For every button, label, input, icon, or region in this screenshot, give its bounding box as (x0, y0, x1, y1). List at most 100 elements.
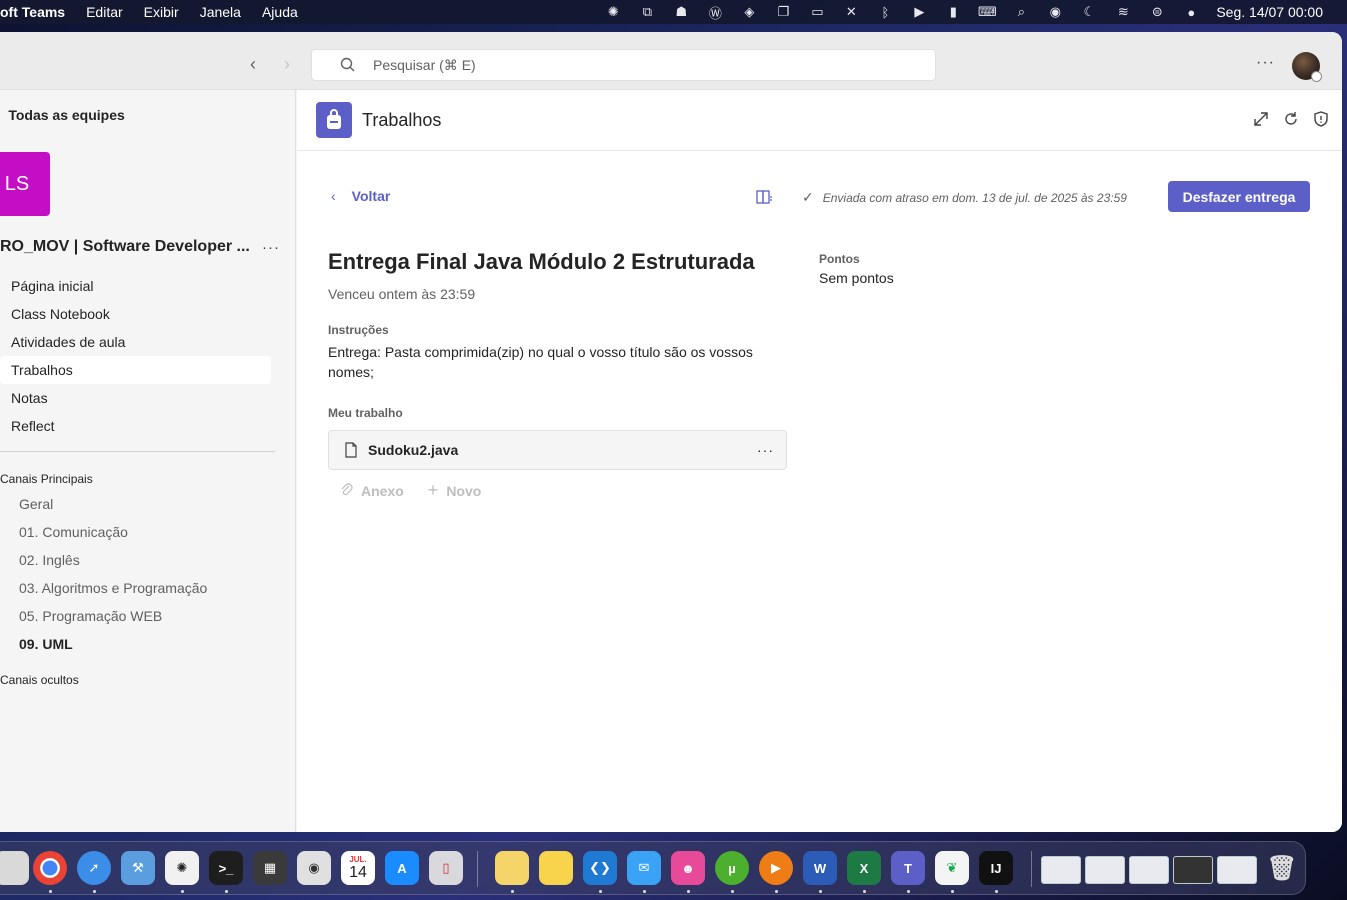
points-label: Pontos (819, 252, 860, 266)
main-channels-label[interactable]: Canais Principais (0, 472, 93, 486)
expand-icon[interactable] (1252, 110, 1270, 128)
launchpad-icon[interactable] (0, 851, 29, 885)
attach-button[interactable]: Anexo (339, 480, 404, 501)
calendar-month: JUL. (349, 854, 367, 864)
intellij-icon[interactable]: IJ (979, 851, 1013, 885)
chrome-icon[interactable] (33, 851, 67, 885)
siri-icon[interactable]: ● (1174, 0, 1208, 24)
forward-arrow-icon[interactable]: › (284, 54, 290, 75)
screenshot-icon[interactable]: ◉ (297, 851, 331, 885)
layers-icon[interactable]: ◈ (732, 0, 766, 24)
search-input[interactable] (373, 57, 873, 73)
minimized-window-thumbnail[interactable] (1041, 856, 1081, 884)
app-menu[interactable]: oft Teams (0, 4, 65, 20)
channel-web[interactable]: 05. Programação WEB (0, 602, 271, 630)
mute-icon[interactable]: ✕ (834, 0, 868, 24)
minimized-window-thumbnail[interactable] (1217, 856, 1257, 884)
minimized-window-thumbnail[interactable] (1173, 856, 1213, 884)
submission-status-text: Enviada com atraso em dom. 13 de jul. de… (822, 190, 1127, 205)
back-arrow-icon[interactable]: ‹ (250, 54, 256, 75)
iphone-mirroring-icon[interactable]: ▯ (429, 851, 463, 885)
display-icon[interactable]: ▭ (800, 0, 834, 24)
refresh-icon[interactable] (1282, 110, 1300, 128)
control-center-icon[interactable]: ⊜ (1140, 0, 1174, 24)
app-store-icon[interactable]: A (385, 851, 419, 885)
new-button[interactable]: + Novo (428, 480, 482, 501)
search-bar[interactable] (311, 49, 936, 81)
channel-list: Geral 01. Comunicação 02. Inglês 03. Alg… (0, 490, 271, 658)
minimized-window-thumbnail[interactable] (1129, 856, 1169, 884)
menu-janela[interactable]: Janela (200, 4, 241, 20)
menu-exibir[interactable]: Exibir (144, 4, 179, 20)
bluetooth-icon[interactable]: ᛒ (868, 0, 902, 24)
channel-general[interactable]: Geral (0, 490, 271, 518)
trash-icon[interactable]: 🗑 (1265, 851, 1299, 885)
sidebar-divider (0, 451, 275, 452)
teams-icon[interactable]: T (891, 851, 925, 885)
chatgpt-icon[interactable]: ✺ (165, 851, 199, 885)
channel-algorithms[interactable]: 03. Algoritmos e Programação (0, 574, 271, 602)
menu-editar[interactable]: Editar (86, 4, 123, 20)
new-label: Novo (446, 482, 482, 499)
mail-icon[interactable]: ✉ (627, 851, 661, 885)
battery-icon[interactable]: ▮ (936, 0, 970, 24)
calendar-icon[interactable]: JUL. 14 (341, 851, 375, 885)
sidebar-item-class-activities[interactable]: Atividades de aula (0, 328, 271, 356)
sidebar-item-class-notebook[interactable]: Class Notebook (0, 300, 271, 328)
sidebar-item-home[interactable]: Página inicial (0, 272, 271, 300)
window-icon[interactable]: ❐ (766, 0, 800, 24)
more-options-icon[interactable]: ··· (1256, 54, 1275, 72)
terminal-icon[interactable]: >_ (209, 851, 243, 885)
sidebar-item-reflect[interactable]: Reflect (0, 412, 271, 440)
back-link[interactable]: ‹ Voltar (331, 188, 390, 204)
sidebar-item-grades[interactable]: Notas (0, 384, 271, 412)
play-icon[interactable]: ▶ (902, 0, 936, 24)
utorrent-icon[interactable]: µ (715, 851, 749, 885)
channel-communication[interactable]: 01. Comunicação (0, 518, 271, 546)
minimized-window-thumbnail[interactable] (1085, 856, 1125, 884)
avatar[interactable] (1292, 52, 1322, 82)
points-value: Sem pontos (819, 270, 894, 286)
file-attachment[interactable]: Sudoku2.java ··· (328, 430, 787, 470)
shield-icon[interactable] (1312, 110, 1330, 128)
paperclip-icon (339, 481, 353, 500)
all-teams-link[interactable]: ‹ Todas as equipes (0, 107, 125, 123)
user-icon[interactable]: ◉ (1038, 0, 1072, 24)
bot-app-icon[interactable]: ☻ (671, 851, 705, 885)
screen-share-icon[interactable]: ⧉ (630, 0, 664, 24)
xcode-icon[interactable]: ⚒ (121, 851, 155, 885)
app-header: Trabalhos (297, 90, 1342, 151)
immersive-reader-icon[interactable] (755, 188, 773, 206)
search-icon[interactable]: ⌕ (1004, 0, 1038, 24)
title-bar: ‹ › ··· (0, 32, 1342, 90)
word-icon[interactable]: W (803, 851, 837, 885)
chatgpt-icon[interactable]: ✺ (596, 0, 630, 24)
clock[interactable]: Seg. 14/07 00:00 (1216, 4, 1323, 20)
menu-ajuda[interactable]: Ajuda (262, 4, 298, 20)
channel-uml[interactable]: 09. UML (0, 630, 271, 658)
calculator-icon[interactable]: ▦ (253, 851, 287, 885)
sidebar-item-assignments[interactable]: Trabalhos (0, 356, 271, 384)
stickies-icon[interactable] (495, 851, 529, 885)
excel-icon[interactable]: X (847, 851, 881, 885)
team-more-options-icon[interactable]: ··· (262, 239, 280, 256)
mongodb-icon[interactable]: ❦ (935, 851, 969, 885)
channel-english[interactable]: 02. Inglês (0, 546, 271, 574)
vscode-icon[interactable]: ❮❯ (583, 851, 617, 885)
team-tile[interactable]: LS (0, 152, 50, 216)
running-indicator (995, 890, 998, 893)
team-name[interactable]: RO_MOV | Software Developer ... (0, 238, 252, 256)
robot-icon[interactable]: ☗ (664, 0, 698, 24)
safari-icon[interactable]: ➚ (77, 851, 111, 885)
file-more-options-icon[interactable]: ··· (757, 442, 774, 458)
media-player-icon[interactable]: ▶ (759, 851, 793, 885)
team-nav: Página inicial Class Notebook Atividades… (0, 272, 271, 440)
keyboard-icon[interactable]: ⌨ (970, 0, 1004, 24)
back-label: Voltar (351, 188, 391, 204)
hidden-channels-label[interactable]: Canais ocultos (0, 673, 79, 687)
moon-icon[interactable]: ☾ (1072, 0, 1106, 24)
undo-submit-button[interactable]: Desfazer entrega (1168, 181, 1310, 212)
wifi-icon[interactable]: ≋ (1106, 0, 1140, 24)
wordpress-icon[interactable]: Ⓦ (698, 0, 732, 24)
notes-icon[interactable] (539, 851, 573, 885)
